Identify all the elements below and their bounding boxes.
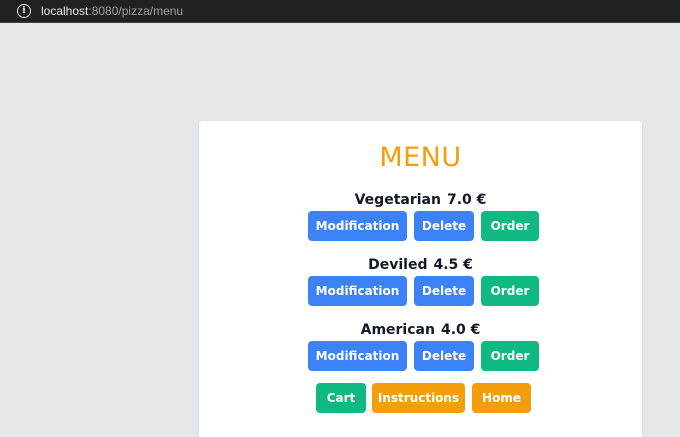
home-button[interactable]: Home — [472, 383, 531, 413]
pizza-price: 4.5 € — [433, 257, 473, 273]
cart-button[interactable]: Cart — [316, 383, 366, 413]
order-button[interactable]: Order — [481, 211, 539, 241]
item-actions: Modification Delete Order — [199, 341, 642, 371]
menu-item-heading: American 4.0 € — [199, 321, 642, 339]
url-text[interactable]: localhost:8080/pizza/menu — [41, 4, 183, 18]
delete-button[interactable]: Delete — [414, 211, 474, 241]
pizza-price: 7.0 € — [446, 192, 487, 208]
pizza-name: American — [360, 322, 435, 338]
modification-button[interactable]: Modification — [308, 211, 407, 241]
pizza-price: 4.0 € — [440, 322, 481, 338]
delete-button[interactable]: Delete — [414, 276, 474, 306]
url-host: localhost — [41, 4, 89, 18]
order-button[interactable]: Order — [481, 341, 539, 371]
menu-item-heading: Vegetarian 7.0 € — [199, 191, 642, 209]
menu-card: MENU Vegetarian 7.0 € Modification Delete… — [199, 121, 642, 437]
pizza-name: Deviled — [368, 257, 428, 273]
pizza-name: Vegetarian — [354, 192, 441, 208]
modification-button[interactable]: Modification — [308, 276, 407, 306]
address-bar[interactable]: i localhost:8080/pizza/menu — [0, 0, 680, 23]
url-path: :8080/pizza/menu — [88, 4, 184, 18]
footer-actions: Cart Instructions Home — [199, 383, 642, 413]
menu-item: Deviled 4.5 € Modification Delete Order — [199, 256, 642, 306]
page-title: MENU — [379, 142, 462, 173]
menu-item: American 4.0 € Modification Delete Order — [199, 321, 642, 371]
info-icon[interactable]: i — [17, 4, 31, 18]
modification-button[interactable]: Modification — [308, 341, 407, 371]
item-actions: Modification Delete Order — [199, 211, 642, 241]
instructions-button[interactable]: Instructions — [372, 383, 465, 413]
item-actions: Modification Delete Order — [199, 276, 642, 306]
order-button[interactable]: Order — [481, 276, 539, 306]
menu-item: Vegetarian 7.0 € Modification Delete Orde… — [199, 191, 642, 241]
menu-item-heading: Deviled 4.5 € — [199, 256, 642, 274]
delete-button[interactable]: Delete — [414, 341, 474, 371]
